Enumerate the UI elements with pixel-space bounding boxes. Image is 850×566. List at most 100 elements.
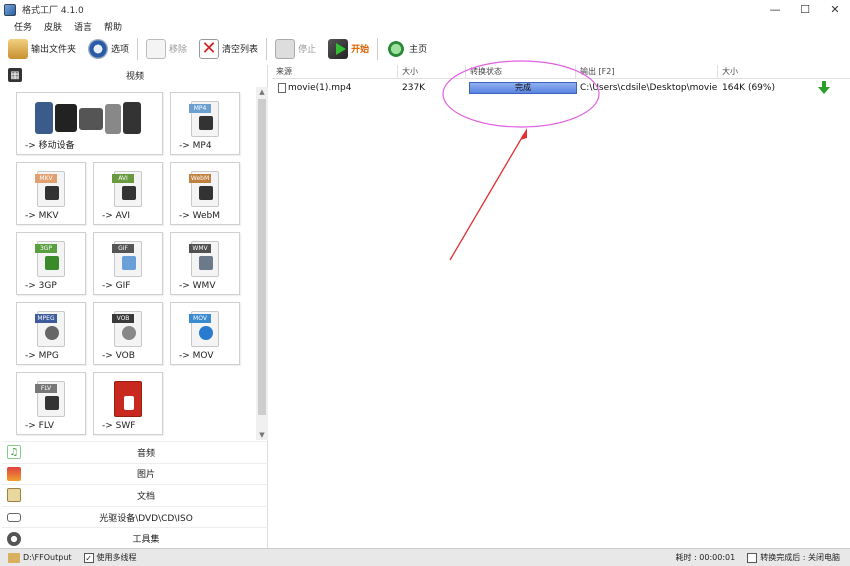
tile-webm[interactable]: WebM -> WebM — [170, 162, 240, 225]
home-label: 主页 — [409, 45, 428, 55]
category-document[interactable]: 文档 — [2, 484, 268, 506]
menu-task[interactable]: 任务 — [14, 20, 32, 33]
tile-label: -> 移动设备 — [25, 141, 75, 151]
tile-label: -> MKV — [25, 211, 59, 221]
col-source[interactable]: 来源 — [272, 65, 398, 79]
category-label: 文档 — [136, 491, 155, 502]
toolbar-separator — [266, 37, 268, 60]
category-label: 光驱设备\DVD\CD\ISO — [99, 513, 193, 524]
tile-label: -> 3GP — [25, 281, 57, 291]
avi-icon: AVI — [112, 171, 142, 207]
category-tools[interactable]: 工具集 — [2, 527, 268, 549]
mobile-devices-icon — [35, 98, 143, 138]
multithread-checkbox[interactable]: ✓ — [83, 552, 94, 563]
tile-3gp[interactable]: 3GP -> 3GP — [16, 232, 86, 295]
tile-flv[interactable]: FLV -> FLV — [16, 372, 86, 435]
tile-label: -> VOB — [102, 351, 135, 361]
toolbar-separator — [377, 37, 379, 60]
tile-label: -> GIF — [102, 281, 131, 291]
tile-mpg[interactable]: MPEG -> MPG — [16, 302, 86, 365]
remove-button[interactable]: 移除 — [142, 36, 191, 62]
tile-mobile-device[interactable]: -> 移动设备 — [16, 92, 163, 155]
tile-label: -> MPG — [25, 351, 59, 361]
start-label: 开始 — [351, 45, 370, 55]
tile-mp4[interactable]: MP4 -> MP4 — [170, 92, 240, 155]
row-output-size: 164K (69%) — [722, 83, 775, 93]
category-label: 工具集 — [132, 535, 160, 546]
col-size[interactable]: 大小 — [398, 65, 466, 79]
stop-label: 停止 — [298, 45, 317, 55]
start-button[interactable]: 开始 — [324, 36, 373, 62]
start-icon — [328, 38, 349, 59]
tile-swf[interactable]: -> SWF — [93, 372, 163, 435]
category-video[interactable]: ▦ 视频 — [2, 65, 268, 85]
after-completion[interactable]: 转换完成后 : 关闭电脑 — [747, 552, 840, 563]
options-button[interactable]: 选项 — [84, 36, 133, 62]
output-path[interactable]: D:\FFOutput — [23, 553, 72, 562]
folder-icon — [8, 38, 28, 59]
scroll-thumb[interactable] — [258, 99, 266, 415]
after-done-label: 转换完成后 : 关闭电脑 — [760, 553, 840, 562]
vob-icon: VOB — [112, 311, 142, 347]
tile-avi[interactable]: AVI -> AVI — [93, 162, 163, 225]
title-bar: 格式工厂 4.1.0 — ☐ ✕ — [0, 0, 850, 19]
status-right: 耗时 : 00:00:01 转换完成后 : 关闭电脑 — [675, 552, 840, 563]
menu-skin[interactable]: 皮肤 — [44, 20, 62, 33]
category-image[interactable]: 图片 — [2, 462, 268, 485]
category-audio[interactable]: ♫ 音频 — [2, 441, 268, 463]
tile-wmv[interactable]: WMV -> WMV — [170, 232, 240, 295]
mpeg-icon: MPEG — [35, 311, 65, 347]
flv-icon: FLV — [35, 381, 65, 417]
scroll-up-icon[interactable]: ▲ — [256, 87, 268, 97]
toolbar-separator — [137, 37, 139, 60]
tile-mkv[interactable]: MKV -> MKV — [16, 162, 86, 225]
conversion-panel: ▦ 视频 -> 移动设备 MP4 -> MP4 MKV -> MKV AVI -… — [2, 65, 268, 548]
webm-icon: WebM — [189, 171, 219, 207]
after-done-checkbox[interactable] — [747, 552, 758, 563]
tiles-scrollbar[interactable]: ▲ ▼ — [256, 87, 268, 440]
tile-label: -> MP4 — [179, 141, 212, 151]
row-output: C:\Users\cdsile\Desktop\movie(... — [580, 83, 718, 93]
clear-list-label: 清空列表 — [222, 45, 259, 55]
elapsed-time: 耗时 : 00:00:01 — [675, 553, 736, 562]
maximize-button[interactable]: ☐ — [790, 0, 820, 19]
task-list: 来源 大小 转换状态 输出 [F2] 大小 movie(1).mp4 237K … — [272, 65, 850, 548]
window-title: 格式工厂 4.1.0 — [22, 6, 84, 16]
remove-label: 移除 — [169, 45, 188, 55]
mkv-icon: MKV — [35, 171, 65, 207]
col-output-size[interactable]: 大小 — [718, 65, 850, 79]
category-label: 图片 — [136, 470, 155, 481]
home-search-icon — [386, 38, 407, 59]
minimize-button[interactable]: — — [760, 0, 790, 19]
table-row[interactable]: movie(1).mp4 237K 完成 C:\Users\cdsile\Des… — [272, 80, 850, 96]
home-button[interactable]: 主页 — [382, 36, 431, 62]
tile-mov[interactable]: MOV -> MOV — [170, 302, 240, 365]
download-arrow-icon[interactable] — [818, 81, 830, 95]
tile-label: -> MOV — [179, 351, 214, 361]
mov-icon: MOV — [189, 311, 219, 347]
tile-gif[interactable]: GIF -> GIF — [93, 232, 163, 295]
toolbar: 输出文件夹 选项 移除 ✕ 清空列表 停止 开始 主页 — [0, 34, 850, 63]
output-folder-button[interactable]: 输出文件夹 — [4, 36, 80, 62]
clear-list-icon: ✕ — [199, 38, 220, 59]
tile-label: -> FLV — [25, 421, 55, 431]
wmv-icon: WMV — [189, 241, 219, 277]
menu-help[interactable]: 帮助 — [104, 20, 122, 33]
tile-label: -> WMV — [179, 281, 216, 291]
3gp-icon: 3GP — [35, 241, 65, 277]
tile-vob[interactable]: VOB -> VOB — [93, 302, 163, 365]
col-status[interactable]: 转换状态 — [466, 65, 576, 79]
video-label: 视频 — [125, 71, 144, 82]
col-output[interactable]: 输出 [F2] — [576, 65, 718, 79]
menu-bar: 任务 皮肤 语言 帮助 — [0, 19, 850, 34]
category-list: ♫ 音频 图片 文档 光驱设备\DVD\CD\ISO 工具集 — [2, 441, 268, 549]
menu-language[interactable]: 语言 — [74, 20, 92, 33]
close-button[interactable]: ✕ — [820, 0, 850, 19]
output-folder-icon[interactable] — [8, 552, 20, 563]
clear-list-button[interactable]: ✕ 清空列表 — [195, 36, 262, 62]
stop-button[interactable]: 停止 — [271, 36, 320, 62]
category-disc[interactable]: 光驱设备\DVD\CD\ISO — [2, 505, 268, 528]
task-list-header: 来源 大小 转换状态 输出 [F2] 大小 — [272, 65, 850, 79]
conversion-progress-bar: 完成 — [469, 82, 577, 94]
scroll-down-icon[interactable]: ▼ — [256, 430, 268, 440]
